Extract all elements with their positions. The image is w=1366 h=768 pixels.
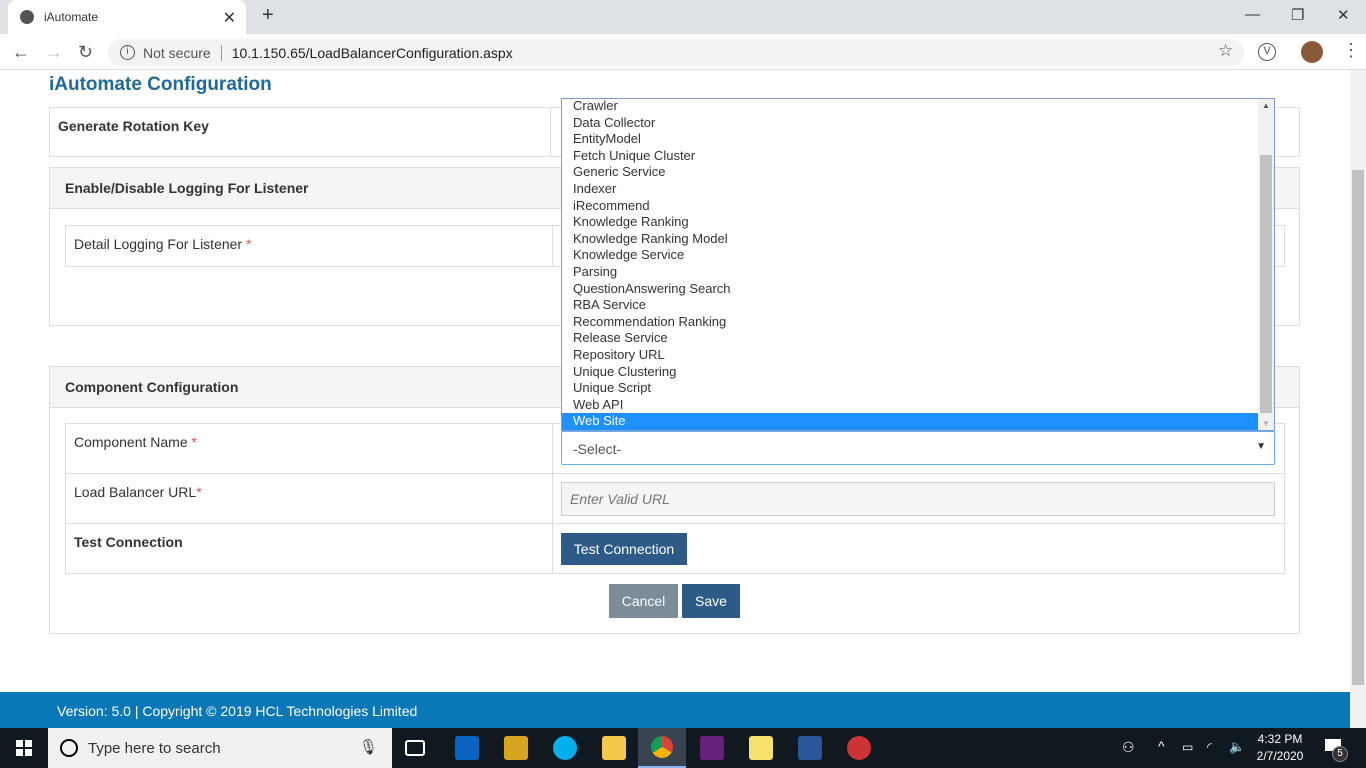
- detail-logging-label-cell: Detail Logging For Listener *: [65, 225, 553, 267]
- required-marker: *: [196, 484, 202, 500]
- required-marker: *: [191, 434, 197, 450]
- tab-title: iAutomate: [44, 10, 99, 24]
- globe-icon: [20, 10, 34, 24]
- select-value: -Select-: [573, 441, 622, 457]
- dropdown-option[interactable]: Fetch Unique Cluster: [562, 148, 1274, 165]
- address-bar[interactable]: i Not secure 10.1.150.65/LoadBalancerConfi…: [108, 39, 1244, 66]
- dropdown-option[interactable]: Knowledge Ranking: [562, 214, 1274, 231]
- taskbar-search[interactable]: Type here to search 🎙: [48, 728, 392, 768]
- info-icon[interactable]: i: [120, 45, 135, 60]
- date: 2/7/2020: [1256, 749, 1304, 763]
- lb-url-input[interactable]: [561, 482, 1275, 516]
- word-icon[interactable]: [798, 736, 822, 760]
- footer-text: Version: 5.0 | Copyright © 2019 HCL Tech…: [57, 703, 418, 719]
- windows-start-icon[interactable]: [16, 740, 32, 756]
- component-name-label-cell: Component Name *: [65, 423, 553, 474]
- page-scrollbar[interactable]: [1350, 70, 1366, 728]
- dropdown-option[interactable]: Web API: [562, 397, 1274, 414]
- dropdown-option[interactable]: EntityModel: [562, 131, 1274, 148]
- dropdown-option[interactable]: Unique Clustering: [562, 364, 1274, 381]
- save-button[interactable]: Save: [682, 584, 740, 618]
- app-icon-2[interactable]: [847, 736, 871, 760]
- chevron-down-icon: ▼: [1256, 441, 1266, 452]
- clock[interactable]: 4:32 PM 2/7/2020: [1250, 731, 1310, 765]
- dropdown-option[interactable]: Repository URL: [562, 347, 1274, 364]
- browser-tab[interactable]: iAutomate ✕: [8, 0, 246, 34]
- dropdown-option[interactable]: Generic Service: [562, 164, 1274, 181]
- test-connection-label: Test Connection: [74, 534, 183, 550]
- notification-count: 5: [1332, 746, 1348, 762]
- test-connection-label-cell: Test Connection: [65, 523, 553, 574]
- required-marker: *: [246, 236, 252, 252]
- dropdown-option[interactable]: QuestionAnswering Search: [562, 281, 1274, 298]
- dropdown-option[interactable]: Data Collector: [562, 115, 1274, 132]
- cortana-icon: [60, 739, 78, 757]
- dropdown-option[interactable]: Unique Script: [562, 380, 1274, 397]
- component-name-label: Component Name: [74, 434, 188, 450]
- profile-avatar[interactable]: [1301, 41, 1323, 63]
- page-title: iAutomate Configuration: [49, 74, 272, 95]
- chevron-up-icon[interactable]: ^: [1158, 738, 1165, 754]
- back-icon[interactable]: ←: [12, 42, 30, 63]
- new-tab-button[interactable]: +: [262, 4, 274, 27]
- sticky-notes-icon[interactable]: [749, 736, 773, 760]
- file-explorer-icon[interactable]: [602, 736, 626, 760]
- extension-icon[interactable]: V: [1258, 43, 1276, 61]
- cancel-button[interactable]: Cancel: [609, 584, 678, 618]
- rotation-key-label: Generate Rotation Key: [58, 118, 209, 134]
- bookmark-star-icon[interactable]: ☆: [1218, 41, 1233, 61]
- microphone-icon[interactable]: 🎙: [359, 738, 378, 756]
- dropdown-option[interactable]: Web Site: [562, 413, 1274, 430]
- visual-studio-icon[interactable]: [700, 736, 724, 760]
- dropdown-option[interactable]: iRecommend: [562, 198, 1274, 215]
- task-view-icon[interactable]: [405, 740, 425, 756]
- test-connection-button[interactable]: Test Connection: [561, 533, 687, 565]
- dropdown-option[interactable]: Crawler: [562, 99, 1274, 115]
- url-text: 10.1.150.65/LoadBalancerConfiguration.as…: [231, 44, 513, 61]
- dropdown-option[interactable]: Release Service: [562, 330, 1274, 347]
- minimize-button[interactable]: —: [1245, 6, 1260, 23]
- people-icon[interactable]: ⚇: [1122, 739, 1135, 756]
- search-placeholder: Type here to search: [88, 739, 221, 757]
- dropdown-scrollbar[interactable]: ▲ ▼: [1258, 99, 1274, 430]
- dropdown-option[interactable]: Knowledge Ranking Model: [562, 231, 1274, 248]
- dropdown-option[interactable]: Parsing: [562, 264, 1274, 281]
- app-icon[interactable]: [504, 736, 528, 760]
- security-label: Not secure: [143, 44, 211, 61]
- menu-icon[interactable]: ⋮: [1342, 40, 1360, 61]
- close-tab-icon[interactable]: ✕: [223, 8, 236, 28]
- maximize-button[interactable]: ❐: [1291, 6, 1304, 24]
- reload-icon[interactable]: ↻: [78, 42, 93, 63]
- dropdown-option[interactable]: Indexer: [562, 181, 1274, 198]
- time: 4:32 PM: [1257, 732, 1303, 746]
- volume-icon[interactable]: 🔈: [1229, 739, 1245, 755]
- dropdown-option[interactable]: Knowledge Service: [562, 247, 1274, 264]
- lb-url-label-cell: Load Balancer URL*: [65, 473, 553, 524]
- skype-icon[interactable]: [553, 736, 577, 760]
- footer: Version: 5.0 | Copyright © 2019 HCL Tech…: [0, 692, 1350, 728]
- component-name-select[interactable]: -Select- ▼: [561, 431, 1275, 465]
- wifi-icon[interactable]: ◜: [1207, 740, 1212, 754]
- detail-logging-label: Detail Logging For Listener: [74, 236, 243, 252]
- close-window-button[interactable]: ✕: [1337, 6, 1350, 24]
- lb-url-label: Load Balancer URL: [74, 484, 197, 500]
- chrome-taskbar-button[interactable]: [638, 728, 686, 768]
- forward-icon[interactable]: →: [45, 42, 63, 63]
- dropdown-option[interactable]: Recommendation Ranking: [562, 314, 1274, 331]
- component-dropdown-list[interactable]: Crawler Data Collector EntityModel Fetch Un…: [561, 98, 1275, 431]
- outlook-icon[interactable]: [455, 736, 479, 760]
- dropdown-option[interactable]: RBA Service: [562, 297, 1274, 314]
- battery-icon[interactable]: ▭: [1182, 740, 1193, 754]
